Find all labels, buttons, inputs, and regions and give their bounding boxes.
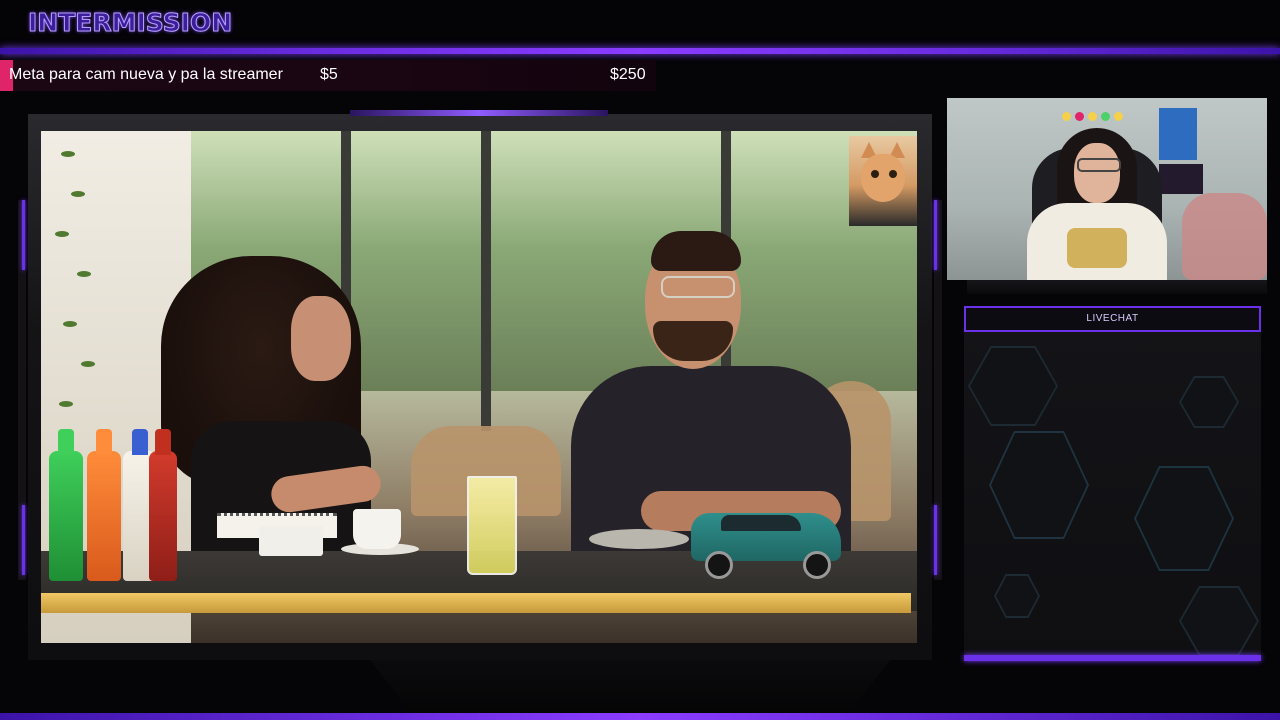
cat-face-icon — [849, 136, 917, 226]
live-chat-title: LIVECHAT — [1086, 313, 1139, 324]
cat-face — [861, 154, 905, 202]
toy-car-wheel — [705, 551, 733, 579]
headband-decoration — [1114, 112, 1123, 121]
donation-goal-bar: Meta para cam nueva y pa la streamer $5 … — [0, 60, 656, 91]
juice-glass — [467, 476, 517, 575]
bottle-cap — [132, 429, 148, 455]
cat-eye — [889, 170, 897, 178]
wall-poster — [1159, 164, 1203, 194]
goal-target-amount: $250 — [610, 66, 646, 83]
top-bar: INTERMISSION — [0, 0, 1280, 50]
green-bottle — [49, 451, 83, 581]
plate — [589, 529, 689, 549]
cat-eye — [871, 170, 879, 178]
plant-leaf — [71, 191, 85, 197]
hex-decoration — [1179, 376, 1239, 428]
plant-leaf — [63, 321, 77, 327]
left-accent — [22, 200, 25, 270]
plush-toy — [1182, 193, 1267, 280]
chat-bottom-accent — [964, 655, 1261, 661]
man-hair — [651, 231, 741, 271]
man-glasses — [661, 276, 735, 298]
main-video[interactable] — [41, 131, 917, 643]
orange-bottle — [87, 451, 121, 581]
toy-car-wheel — [803, 551, 831, 579]
headband-decoration — [1088, 112, 1097, 121]
plant-leaf — [81, 361, 95, 367]
streamer-webcam[interactable] — [947, 98, 1267, 280]
wall-poster — [1159, 108, 1197, 160]
right-accent — [934, 200, 937, 270]
frame-stand — [370, 660, 890, 713]
headband-decoration — [1101, 112, 1110, 121]
bottle-cap — [58, 429, 74, 455]
goal-current-amount: $5 — [320, 66, 338, 83]
frame-top-accent — [350, 110, 608, 116]
toy-car-window — [721, 515, 801, 531]
shirt-print — [1067, 228, 1127, 268]
hex-decoration — [1179, 586, 1259, 656]
headband-decoration — [1075, 112, 1084, 121]
plant-leaf — [55, 231, 69, 237]
woman-face — [291, 296, 351, 381]
webcam-frame-bottom — [967, 280, 1267, 294]
hex-decoration — [989, 431, 1089, 539]
intermission-title: INTERMISSION — [27, 8, 233, 38]
headband-decoration — [1062, 112, 1071, 121]
bottle-cap — [96, 429, 112, 455]
live-chat-header: LIVECHAT — [964, 306, 1261, 332]
bottom-accent-line — [0, 713, 1280, 720]
plant-leaf — [77, 271, 91, 277]
goal-label: Meta para cam nueva y pa la streamer — [9, 66, 283, 83]
pencil-cup — [259, 526, 323, 556]
stream-overlay: INTERMISSION Meta para cam nueva y pa la… — [0, 0, 1280, 720]
plant-leaf — [61, 151, 75, 157]
live-chat-panel[interactable] — [964, 306, 1261, 658]
coffee-cup — [353, 509, 401, 549]
hex-decoration — [968, 346, 1058, 426]
plant-leaf — [59, 401, 73, 407]
hex-decoration — [994, 574, 1040, 618]
streamer-glasses — [1077, 158, 1121, 172]
window-mullion — [481, 131, 491, 431]
left-accent-bottom — [22, 505, 25, 575]
top-accent-line — [0, 48, 1280, 54]
red-bottle — [149, 451, 177, 581]
bottle-cap — [155, 429, 171, 455]
table-gold-edge — [41, 593, 911, 613]
streamer-face — [1074, 143, 1120, 203]
right-accent-bottom — [934, 505, 937, 575]
hex-decoration — [1134, 466, 1234, 571]
